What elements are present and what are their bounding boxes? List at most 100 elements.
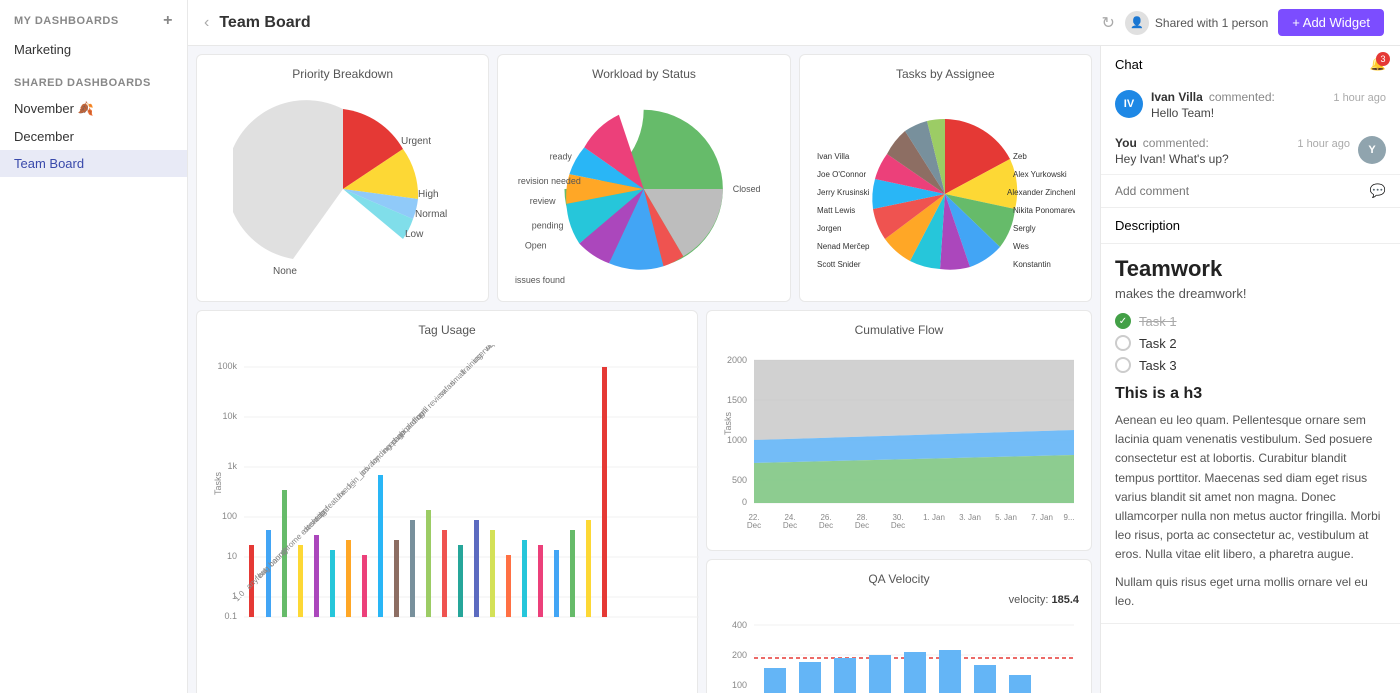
right-panel: Chat 🔔 3 IV Ivan Villa commented: 1 hour… — [1100, 46, 1400, 693]
svg-text:review: review — [530, 196, 556, 206]
sidebar-item-marketing[interactable]: Marketing — [0, 36, 187, 63]
svg-text:issues found: issues found — [515, 275, 565, 285]
task-2-label: Task 2 — [1139, 336, 1177, 351]
priority-breakdown-title: Priority Breakdown — [209, 67, 476, 81]
description-para2: Nullam quis risus eget urna mollis ornar… — [1115, 573, 1386, 611]
tag-usage-widget: Tag Usage 100k 10k 1k 100 10 1 0.1 Tasks — [196, 310, 698, 693]
description-section: Description Teamwork makes the dreamwork… — [1101, 208, 1400, 624]
chat-avatar-you: Y — [1358, 136, 1386, 164]
page-title: Team Board — [219, 14, 1091, 32]
qa-velocity-widget: QA Velocity velocity: 185.4 400 200 100 … — [706, 559, 1092, 693]
cumulative-flow-chart: 2000 1500 1000 500 0 Tasks — [719, 345, 1079, 535]
svg-text:Tasks: Tasks — [213, 471, 223, 495]
share-button[interactable]: 👤 Shared with 1 person — [1125, 11, 1268, 35]
svg-text:Konstantin: Konstantin — [1013, 260, 1051, 269]
svg-text:100: 100 — [732, 680, 747, 690]
content-area: Priority Breakdown — [188, 46, 1400, 693]
cumulative-flow-widget: Cumulative Flow 2000 1500 1000 500 0 Tas… — [706, 310, 1092, 551]
svg-text:200: 200 — [732, 650, 747, 660]
svg-text:1k: 1k — [227, 461, 237, 471]
chat-message-2: You commented: 1 hour ago Hey Ivan! What… — [1101, 128, 1400, 174]
chat-bell-icon[interactable]: 🔔 3 — [1370, 56, 1386, 72]
chat-title: Chat — [1115, 57, 1142, 72]
svg-text:7. Jan: 7. Jan — [1031, 513, 1053, 522]
top-widgets-row: Priority Breakdown — [196, 54, 1092, 302]
svg-text:10k: 10k — [222, 411, 237, 421]
user-icon: 👤 — [1125, 11, 1149, 35]
task-2-check[interactable] — [1115, 335, 1131, 351]
sidebar-item-november[interactable]: November 🍂 — [0, 95, 187, 123]
tag-usage-title: Tag Usage — [209, 323, 685, 337]
chat-bell-badge: 3 — [1376, 52, 1390, 66]
svg-text:revision needed: revision needed — [518, 176, 581, 186]
svg-text:0.1: 0.1 — [224, 611, 237, 621]
my-dashboards-header: MY DASHBOARDS + — [0, 0, 187, 36]
chat-msg-1-action: commented: — [1209, 90, 1275, 104]
svg-text:400: 400 — [732, 620, 747, 630]
svg-text:Dec: Dec — [747, 521, 761, 530]
svg-text:Alexander Zinchenko: Alexander Zinchenko — [1007, 188, 1075, 197]
svg-text:in progress: in progress — [515, 288, 560, 289]
svg-text:Sergly: Sergly — [1013, 224, 1036, 233]
chat-msg-2-time: 1 hour ago — [1297, 138, 1350, 150]
svg-text:Scott Snider: Scott Snider — [817, 260, 861, 269]
svg-text:Ivan Villa: Ivan Villa — [817, 152, 850, 161]
sidebar-item-december[interactable]: December — [0, 123, 187, 150]
workload-chart-container: Closed revision needed review ready pend… — [510, 89, 777, 289]
chat-section: Chat 🔔 3 IV Ivan Villa commented: 1 hour… — [1101, 46, 1400, 208]
chat-input-area[interactable]: 💬 — [1101, 174, 1400, 207]
back-icon[interactable]: ‹ — [204, 14, 209, 32]
chat-msg-1-time: 1 hour ago — [1333, 92, 1386, 104]
svg-text:Normal: Normal — [415, 209, 447, 220]
chat-msg-2-content: You commented: 1 hour ago Hey Ivan! What… — [1115, 136, 1350, 166]
chat-input[interactable] — [1115, 184, 1362, 198]
chat-send-icon[interactable]: 💬 — [1370, 183, 1386, 199]
priority-chart-container: Urgent High Normal Low None — [209, 89, 476, 289]
svg-text:Jorgen: Jorgen — [817, 224, 841, 233]
tasks-assignee-widget: Tasks by Assignee — [799, 54, 1092, 302]
refresh-icon[interactable]: ↻ — [1101, 13, 1114, 33]
svg-text:Dec: Dec — [783, 521, 797, 530]
right-bottom-col: Cumulative Flow 2000 1500 1000 500 0 Tas… — [706, 310, 1092, 693]
task-item-1: ✓ Task 1 — [1115, 313, 1386, 329]
add-widget-button[interactable]: + Add Widget — [1278, 9, 1384, 36]
description-header: Description — [1101, 208, 1400, 244]
description-h3: This is a h3 — [1115, 385, 1386, 403]
svg-text:Dec: Dec — [819, 521, 833, 530]
chat-msg-1-content: Ivan Villa commented: 1 hour ago Hello T… — [1151, 90, 1386, 120]
svg-text:High: High — [418, 189, 439, 200]
svg-text:100: 100 — [222, 511, 237, 521]
svg-text:Urgent: Urgent — [401, 136, 431, 147]
svg-text:1. Jan: 1. Jan — [923, 513, 945, 522]
svg-text:None: None — [273, 266, 297, 277]
chat-msg-2-header: You commented: 1 hour ago — [1115, 136, 1350, 150]
workload-status-widget: Workload by Status — [497, 54, 790, 302]
svg-text:Nikita Ponomarev: Nikita Ponomarev — [1013, 206, 1075, 215]
svg-text:Dec: Dec — [891, 521, 905, 530]
tag-usage-chart: 100k 10k 1k 100 10 1 0.1 Tasks — [209, 345, 699, 645]
svg-text:Tasks: Tasks — [723, 411, 733, 435]
qa-velocity-chart: 400 200 100 80 60 — [719, 610, 1079, 693]
svg-text:pending: pending — [532, 221, 564, 231]
shared-dashboards-header: SHARED DASHBOARDS — [0, 63, 187, 95]
chat-msg-2-text: Hey Ivan! What's up? — [1115, 152, 1350, 166]
workload-status-title: Workload by Status — [510, 67, 777, 81]
bottom-widgets-row: Tag Usage 100k 10k 1k 100 10 1 0.1 Tasks — [196, 310, 1092, 693]
share-label: Shared with 1 person — [1155, 16, 1268, 30]
task-1-label: Task 1 — [1139, 314, 1177, 329]
description-content: Teamwork makes the dreamwork! ✓ Task 1 T… — [1101, 244, 1400, 623]
chat-header: Chat 🔔 3 — [1101, 46, 1400, 82]
description-para1: Aenean eu leo quam. Pellentesque ornare … — [1115, 411, 1386, 565]
task-3-check[interactable] — [1115, 357, 1131, 373]
sidebar-item-team-board[interactable]: Team Board — [0, 150, 187, 177]
velocity-label: velocity: 185.4 — [719, 594, 1079, 606]
dashboard-area: Priority Breakdown — [188, 46, 1100, 693]
chat-msg-2-author: You — [1115, 136, 1137, 150]
svg-text:Closed: Closed — [733, 184, 761, 194]
chat-msg-1-text: Hello Team! — [1151, 106, 1386, 120]
chat-msg-2-action: commented: — [1143, 136, 1209, 150]
add-dashboard-icon[interactable]: + — [163, 12, 173, 30]
priority-breakdown-widget: Priority Breakdown — [196, 54, 489, 302]
chat-msg-1-header: Ivan Villa commented: 1 hour ago — [1151, 90, 1386, 104]
task-1-check[interactable]: ✓ — [1115, 313, 1131, 329]
